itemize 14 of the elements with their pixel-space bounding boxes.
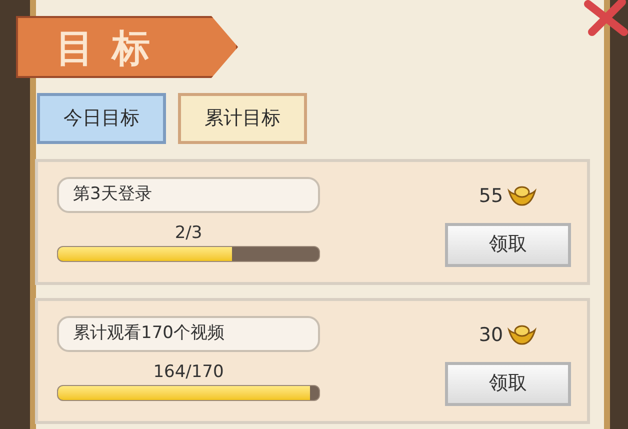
tab[interactable]: 累计目标 (178, 93, 307, 144)
reward-amount: 30 (478, 323, 504, 348)
close-icon[interactable] (584, 0, 628, 36)
goal-label: 累计观看170个视频 (57, 316, 320, 352)
claim-button[interactable]: 领取 (445, 222, 571, 266)
reward-amount: 55 (478, 184, 504, 209)
progress-text: 164/170 (152, 362, 225, 382)
panel-title: 目标 (56, 24, 168, 72)
progress-text: 2/3 (174, 223, 204, 243)
ingot-icon (507, 324, 538, 346)
goal-label: 第3天登录 (57, 177, 320, 213)
ingot-icon (507, 185, 538, 208)
claim-button[interactable]: 领取 (445, 362, 571, 406)
tab[interactable]: 今日目标 (37, 93, 166, 144)
